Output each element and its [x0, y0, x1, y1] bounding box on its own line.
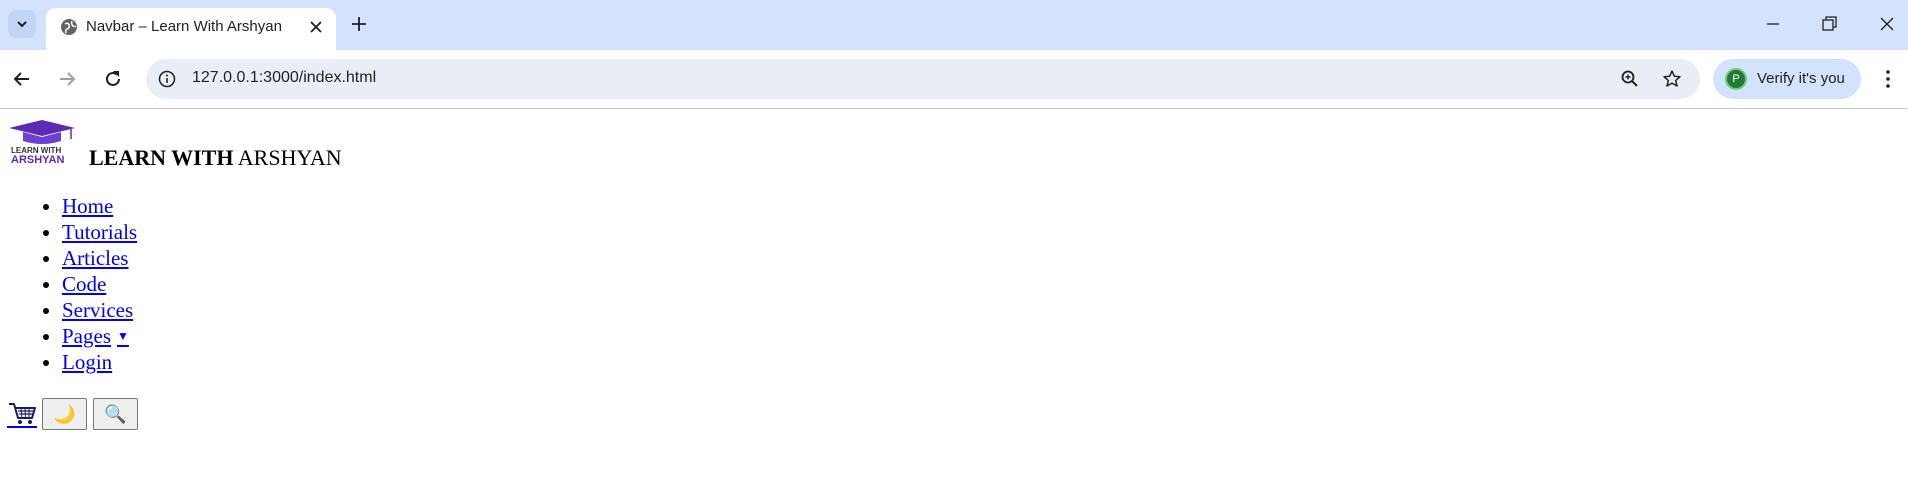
caret-down-icon: ▼ — [117, 329, 129, 343]
nav-link-login[interactable]: Login — [62, 350, 112, 374]
new-tab-plus-icon[interactable] — [348, 13, 370, 35]
nav-item-articles: Articles — [62, 245, 137, 271]
browser-toolbar: 127.0.0.1:3000/index.html P Verify it's … — [0, 50, 1908, 109]
nav-item-services: Services — [62, 297, 137, 323]
nav-link-pages-dropdown[interactable]: Pages ▼ — [62, 324, 129, 348]
web-page: LEARN WITH ARSHYAN LEARN WITH ARSHYAN Ho… — [0, 109, 1908, 482]
more-menu-icon[interactable] — [1879, 67, 1897, 91]
profile-chip[interactable]: P Verify it's you — [1713, 59, 1861, 99]
zoom-icon[interactable] — [1620, 69, 1640, 89]
cart-icon — [9, 403, 36, 424]
back-arrow-icon[interactable] — [10, 67, 34, 91]
moon-icon: 🌙 — [53, 403, 76, 424]
brand[interactable]: LEARN WITH ARSHYAN LEARN WITH ARSHYAN — [7, 119, 342, 170]
nav-menu: Home Tutorials Articles Code Services Pa… — [0, 193, 137, 375]
nav-link-code[interactable]: Code — [62, 272, 106, 296]
browser-window: Navbar – Learn With Arshyan 127.0.0.1:30… — [0, 0, 1908, 482]
nav-item-login: Login — [62, 349, 137, 375]
search-button[interactable]: 🔍 — [93, 398, 138, 430]
nav-link-tutorials[interactable]: Tutorials — [62, 220, 137, 244]
avatar: P — [1725, 68, 1747, 90]
nav-item-pages: Pages ▼ — [62, 323, 137, 349]
graduation-cap-icon — [9, 120, 75, 144]
theme-toggle-button[interactable]: 🌙 — [42, 398, 87, 430]
profile-label: Verify it's you — [1757, 70, 1845, 87]
bookmark-star-icon[interactable] — [1662, 69, 1682, 89]
cart-link[interactable] — [7, 400, 37, 428]
tab-search-button[interactable] — [8, 10, 36, 38]
address-bar[interactable]: 127.0.0.1:3000/index.html — [146, 59, 1700, 99]
nav-link-home[interactable]: Home — [62, 194, 113, 218]
tab-strip: Navbar – Learn With Arshyan — [0, 0, 1908, 50]
nav-item-home: Home — [62, 193, 137, 219]
brand-name: LEARN WITH ARSHYAN — [89, 146, 342, 170]
chevron-down-icon — [17, 21, 27, 28]
globe-icon — [61, 19, 77, 35]
logo[interactable]: LEARN WITH ARSHYAN — [7, 119, 77, 167]
nav-item-code: Code — [62, 271, 137, 297]
nav-link-services[interactable]: Services — [62, 298, 133, 322]
active-tab[interactable]: Navbar – Learn With Arshyan — [46, 8, 336, 50]
search-icon: 🔍 — [104, 403, 127, 424]
minimize-icon[interactable] — [1763, 14, 1783, 34]
site-info-icon[interactable] — [158, 70, 176, 88]
reload-icon[interactable] — [101, 67, 125, 91]
brand-name-bold: LEARN WITH — [89, 145, 234, 170]
logo-text-line2: ARSHYAN — [11, 154, 65, 166]
nav-item-tutorials: Tutorials — [62, 219, 137, 245]
nav-link-pages-label: Pages — [62, 324, 111, 348]
tab-title: Navbar – Learn With Arshyan — [86, 18, 282, 35]
window-close-icon[interactable] — [1877, 14, 1897, 34]
brand-name-regular: ARSHYAN — [237, 145, 342, 170]
nav-link-articles[interactable]: Articles — [62, 246, 128, 270]
nav-actions: 🌙 🔍 — [7, 398, 144, 430]
restore-icon[interactable] — [1819, 14, 1839, 34]
forward-arrow-icon[interactable] — [55, 67, 79, 91]
close-icon[interactable] — [308, 19, 324, 35]
url-text[interactable]: 127.0.0.1:3000/index.html — [192, 69, 376, 87]
